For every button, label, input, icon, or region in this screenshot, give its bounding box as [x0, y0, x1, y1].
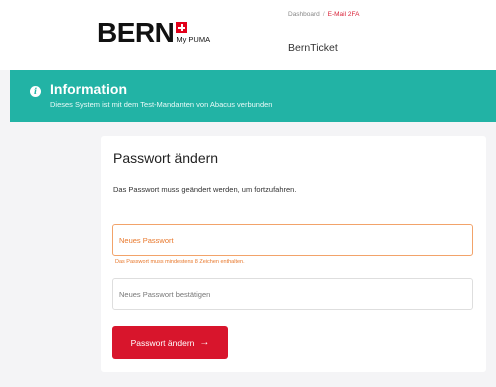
- banner-text: Dieses System ist mit dem Test-Mandanten…: [50, 100, 273, 109]
- swiss-flag-icon: [176, 22, 188, 33]
- banner-title: Information: [50, 81, 127, 97]
- info-icon: i: [30, 86, 41, 97]
- breadcrumb-dashboard[interactable]: Dashboard: [288, 11, 320, 18]
- header: BERN My PUMA Dashboard / E-Mail 2FA BernTi…: [0, 0, 496, 70]
- logo-wordmark: BERN: [97, 17, 175, 48]
- breadcrumb-separator: /: [322, 11, 325, 18]
- logo[interactable]: BERN My PUMA: [97, 18, 226, 48]
- breadcrumb-current: E-Mail 2FA: [327, 11, 360, 18]
- app-name: BernTicket: [288, 42, 338, 54]
- new-password-input[interactable]: [112, 224, 473, 256]
- page-title: Passwort ändern: [113, 150, 219, 166]
- change-password-card: Passwort ändern Das Passwort muss geände…: [101, 136, 486, 372]
- logo-subtitle: My PUMA: [176, 35, 211, 44]
- password-error-message: Das Passwort muss mindestens 8 Zeichen e…: [115, 259, 245, 265]
- change-password-button[interactable]: Passwort ändern →: [112, 326, 228, 359]
- confirm-password-input[interactable]: [112, 278, 473, 310]
- info-banner: i Information Dieses System ist mit dem …: [10, 70, 496, 122]
- logo-badge: My PUMA: [176, 18, 226, 48]
- arrow-right-icon: →: [199, 336, 210, 348]
- form-description: Das Passwort muss geändert werden, um fo…: [113, 185, 297, 194]
- change-password-button-label: Passwort ändern: [130, 337, 195, 348]
- breadcrumb: Dashboard / E-Mail 2FA: [288, 10, 359, 19]
